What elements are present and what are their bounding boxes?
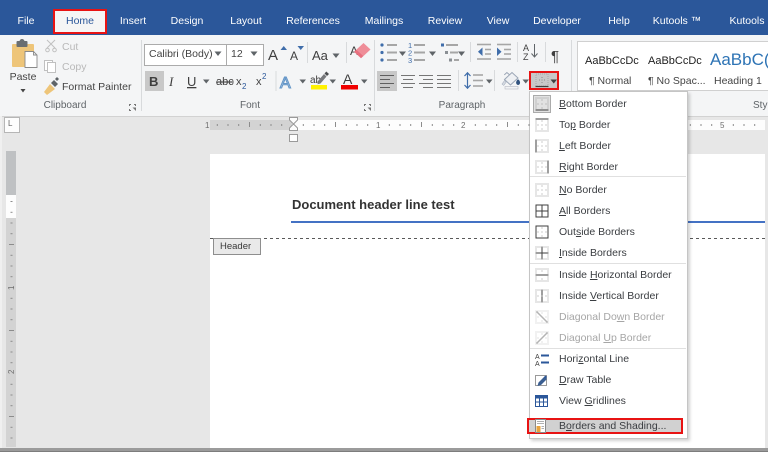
svg-text:5: 5 <box>720 121 725 130</box>
svg-text:Z: Z <box>523 52 529 62</box>
svg-text:I: I <box>168 74 174 89</box>
svg-text:A: A <box>280 75 291 92</box>
svg-text:A: A <box>268 47 278 64</box>
svg-text:1: 1 <box>7 285 16 290</box>
svg-text:2: 2 <box>461 121 466 130</box>
svg-text:A: A <box>535 361 540 368</box>
svg-text:3: 3 <box>408 56 412 65</box>
svg-text:B: B <box>149 74 158 89</box>
svg-text:Aa: Aa <box>312 48 329 63</box>
svg-text:A: A <box>290 49 298 63</box>
svg-text:1: 1 <box>205 121 210 130</box>
svg-text:A: A <box>343 71 353 87</box>
svg-text:2: 2 <box>242 82 247 91</box>
svg-text:1: 1 <box>376 121 381 130</box>
svg-text:¶: ¶ <box>551 48 559 65</box>
svg-text:2: 2 <box>262 72 267 81</box>
svg-text:abc: abc <box>216 76 234 88</box>
svg-text:U: U <box>187 74 196 89</box>
svg-text:2: 2 <box>7 369 16 374</box>
svg-text:A: A <box>535 354 540 361</box>
